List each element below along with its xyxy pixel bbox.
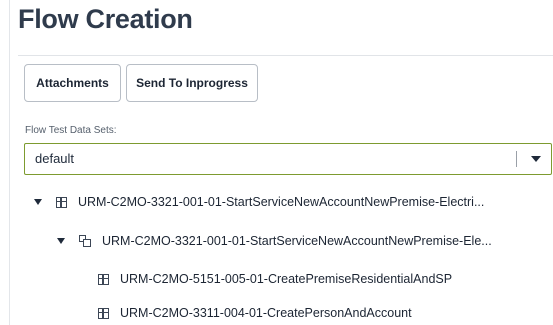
select-separator <box>516 151 517 167</box>
tree-item-label: URM-C2MO-5151-005-01-CreatePremiseReside… <box>120 272 453 286</box>
chevron-down-icon[interactable] <box>531 156 541 162</box>
tree-item[interactable]: URM-C2MO-5151-005-01-CreatePremiseReside… <box>98 268 452 290</box>
grid-icon <box>56 196 67 208</box>
attachments-button[interactable]: Attachments <box>24 64 121 102</box>
panel-left-border <box>9 0 10 325</box>
header-divider <box>18 55 553 56</box>
tree-item[interactable]: URM-C2MO-3321-001-01-StartServiceNewAcco… <box>34 191 484 213</box>
copy-icon <box>79 235 91 247</box>
send-to-inprogress-button[interactable]: Send To Inprogress <box>126 64 258 102</box>
test-data-sets-selected-value: default <box>35 151 75 166</box>
expand-caret-icon[interactable] <box>57 238 65 244</box>
expand-caret-icon[interactable] <box>34 199 42 205</box>
tree-item-label: URM-C2MO-3321-001-01-StartServiceNewAcco… <box>78 195 485 209</box>
tree-item[interactable]: URM-C2MO-3321-001-01-StartServiceNewAcco… <box>57 230 492 252</box>
test-data-sets-label: Flow Test Data Sets: <box>25 125 117 136</box>
grid-icon <box>98 307 109 319</box>
flow-creation-page: Flow Creation Attachments Send To Inprog… <box>0 0 553 325</box>
tree-item-label: URM-C2MO-3311-004-01-CreatePersonAndAcco… <box>120 306 412 320</box>
page-title: Flow Creation <box>18 4 193 34</box>
tree-item[interactable]: URM-C2MO-3311-004-01-CreatePersonAndAcco… <box>98 302 412 324</box>
test-data-sets-select[interactable]: default <box>24 143 552 175</box>
grid-icon <box>98 273 109 285</box>
tree-item-label: URM-C2MO-3321-001-01-StartServiceNewAcco… <box>102 234 492 248</box>
